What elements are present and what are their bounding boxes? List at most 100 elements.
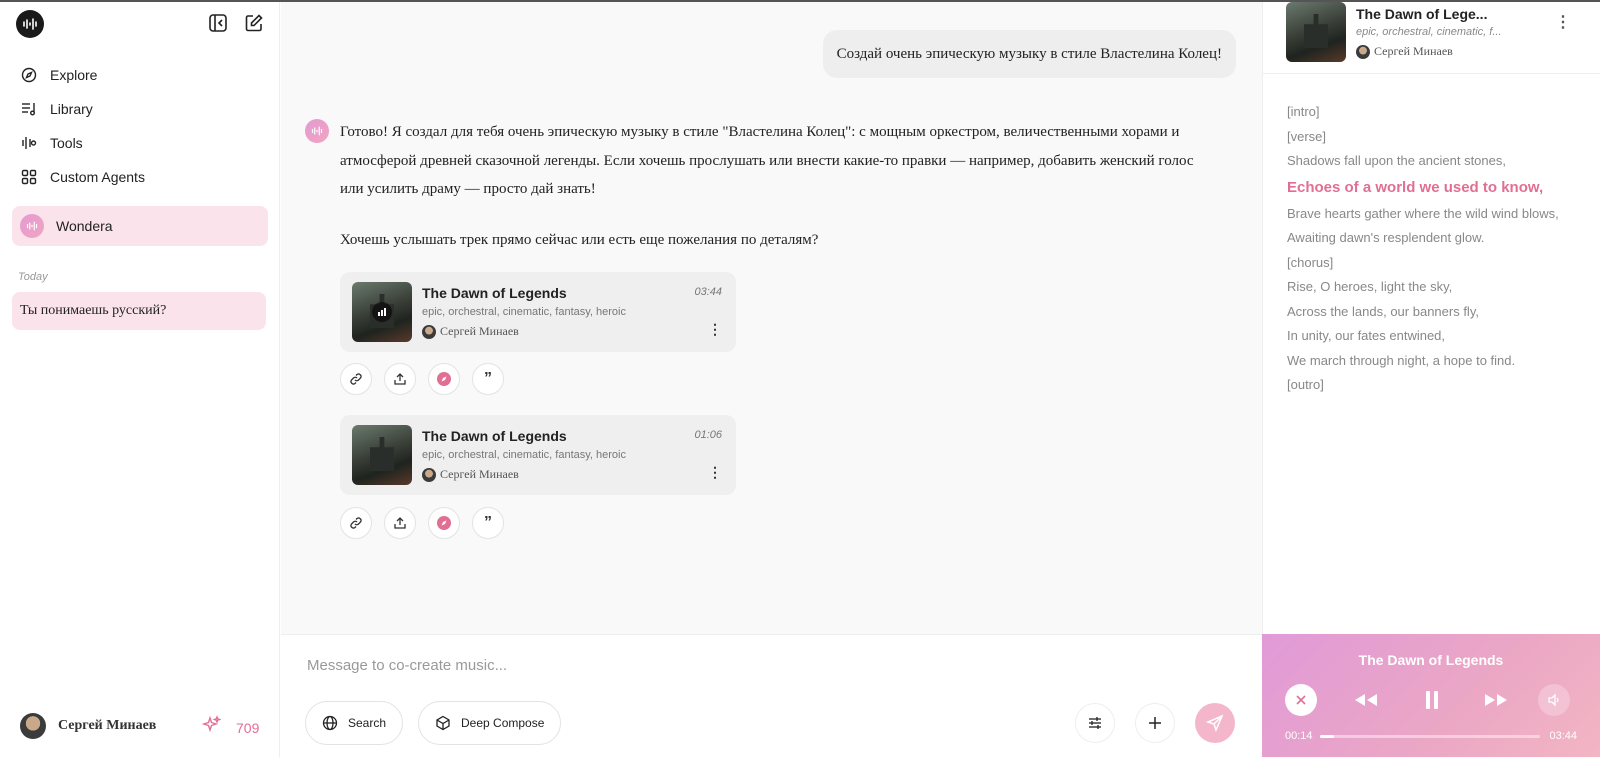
lyric-line[interactable]: [chorus] <box>1287 251 1587 276</box>
search-button-label: Search <box>348 716 387 730</box>
track-tags: epic, orchestral, cinematic, fantasy, he… <box>422 306 626 318</box>
lyric-line[interactable]: Brave hearts gather where the wild wind … <box>1287 202 1587 227</box>
sidebar-item-label: Tools <box>50 135 83 151</box>
avatar <box>1356 44 1370 59</box>
lyric-line[interactable]: Across the lands, our banners fly, <box>1287 300 1587 325</box>
more-vertical-icon[interactable]: ⋮ <box>1555 15 1571 31</box>
now-playing-title: The Dawn of Lege... <box>1356 6 1488 22</box>
lyric-line[interactable]: [verse] <box>1287 125 1587 150</box>
sidebar-item-explore[interactable]: Explore <box>12 58 268 92</box>
pause-icon[interactable] <box>1416 684 1448 716</box>
quote-icon[interactable]: ” <box>472 363 504 395</box>
track-card[interactable]: The Dawn of Legends 01:06 epic, orchestr… <box>340 415 736 495</box>
avatar <box>20 713 46 739</box>
sidebar-item-custom-agents[interactable]: Custom Agents <box>12 160 268 194</box>
agent-avatar <box>20 214 44 238</box>
track-cover <box>1286 2 1346 62</box>
lyric-line-active[interactable]: Echoes of a world we used to know, <box>1287 174 1587 202</box>
sidebar-nav: Explore Library Tools Custom Agents <box>12 58 268 194</box>
track-actions: ” <box>340 363 516 395</box>
share-icon[interactable] <box>384 363 416 395</box>
track-author: Сергей Минаев <box>422 467 519 482</box>
audio-player: The Dawn of Legends 00:14 03:44 <box>1262 634 1600 757</box>
bot-message: Готово! Я создал для тебя очень эпическу… <box>340 124 1194 197</box>
message-input[interactable]: Message to co-create music... <box>307 657 507 674</box>
agent-name: Wondera <box>56 218 113 234</box>
quote-icon[interactable]: ” <box>472 507 504 539</box>
globe-icon <box>322 715 338 731</box>
sidebar-item-library[interactable]: Library <box>12 92 268 126</box>
link-icon[interactable] <box>340 363 372 395</box>
tools-icon <box>20 134 38 152</box>
fast-forward-icon[interactable] <box>1480 684 1512 716</box>
avatar <box>422 467 436 482</box>
track-author-name: Сергей Минаев <box>440 467 519 481</box>
compass-icon <box>20 66 38 84</box>
track-cover <box>352 282 412 342</box>
waveform-icon <box>23 18 37 30</box>
close-icon[interactable] <box>1285 684 1317 716</box>
playing-bars-icon <box>372 302 392 322</box>
credits-count: 709 <box>236 719 260 736</box>
history-item[interactable]: Ты понимаешь русский? <box>12 292 266 330</box>
now-playing-header: The Dawn of Lege... epic, orchestral, ci… <box>1263 2 1600 74</box>
lyric-line[interactable]: In unity, our fates entwined, <box>1287 324 1587 349</box>
bot-avatar <box>305 119 329 143</box>
progress-bar[interactable] <box>1320 735 1540 738</box>
lyric-line[interactable]: We march through night, a hope to find. <box>1287 349 1587 374</box>
track-duration: 01:06 <box>694 429 722 441</box>
rewind-icon[interactable] <box>1350 684 1382 716</box>
track-tags: epic, orchestral, cinematic, fantasy, he… <box>422 449 626 461</box>
lyrics: [intro] [verse] Shadows fall upon the anci… <box>1287 100 1587 398</box>
chat-area: Создай очень эпическую музыку в стиле Вл… <box>281 2 1262 634</box>
history-group-label: Today <box>18 271 48 283</box>
collapse-sidebar-icon[interactable] <box>206 11 230 35</box>
volume-icon[interactable] <box>1538 684 1570 716</box>
track-cover <box>352 425 412 485</box>
add-icon[interactable] <box>1135 703 1175 743</box>
lyric-line[interactable]: [outro] <box>1287 373 1587 398</box>
track-duration: 03:44 <box>694 286 722 298</box>
current-time: 00:14 <box>1285 730 1313 742</box>
more-vertical-icon[interactable]: ⋮ <box>708 322 722 336</box>
lyric-line[interactable]: Awaiting dawn's resplendent glow. <box>1287 226 1587 251</box>
new-chat-icon[interactable] <box>242 11 266 35</box>
now-playing-author: Сергей Минаев <box>1356 44 1453 59</box>
search-button[interactable]: Search <box>305 701 404 745</box>
link-icon[interactable] <box>340 507 372 539</box>
avatar <box>422 324 436 339</box>
progress-fill <box>1320 735 1334 738</box>
track-actions: ” <box>340 507 516 539</box>
track-card[interactable]: The Dawn of Legends 03:44 epic, orchestr… <box>340 272 736 352</box>
composer: Message to co-create music... Search Dee… <box>281 634 1262 757</box>
lyric-line[interactable]: Rise, O heroes, light the sky, <box>1287 275 1587 300</box>
agent-wondera[interactable]: Wondera <box>12 206 268 246</box>
sidebar-item-label: Library <box>50 101 93 117</box>
user-message: Создай очень эпическую музыку в стиле Вл… <box>822 30 1236 78</box>
player-title: The Dawn of Legends <box>1358 652 1504 668</box>
deep-compose-button[interactable]: Deep Compose <box>418 701 562 745</box>
more-vertical-icon[interactable]: ⋮ <box>708 465 722 479</box>
now-playing-tags: epic, orchestral, cinematic, f... <box>1356 26 1502 38</box>
compass-icon[interactable] <box>428 363 460 395</box>
share-icon[interactable] <box>384 507 416 539</box>
library-icon <box>20 100 38 118</box>
send-icon <box>1206 714 1224 732</box>
sidebar-item-label: Custom Agents <box>50 169 145 185</box>
sidebar-item-tools[interactable]: Tools <box>12 126 268 160</box>
deep-compose-label: Deep Compose <box>461 716 545 730</box>
track-title: The Dawn of Legends <box>422 285 567 301</box>
track-title: The Dawn of Legends <box>422 428 567 444</box>
lyric-line[interactable]: Shadows fall upon the ancient stones, <box>1287 149 1587 174</box>
send-button[interactable] <box>1195 703 1235 743</box>
user-profile[interactable]: Сергей Минаев <box>20 713 156 739</box>
track-author-name: Сергей Минаев <box>440 324 519 338</box>
credits-badge[interactable]: 709 <box>201 715 260 740</box>
app-logo[interactable] <box>16 10 44 38</box>
compass-icon[interactable] <box>428 507 460 539</box>
bot-question: Хочешь услышать трек прямо сейчас или ес… <box>340 232 819 248</box>
settings-sliders-icon[interactable] <box>1075 703 1115 743</box>
sidebar-item-label: Explore <box>50 67 98 83</box>
now-playing-panel: The Dawn of Lege... epic, orchestral, ci… <box>1262 2 1600 634</box>
lyric-line[interactable]: [intro] <box>1287 100 1587 125</box>
